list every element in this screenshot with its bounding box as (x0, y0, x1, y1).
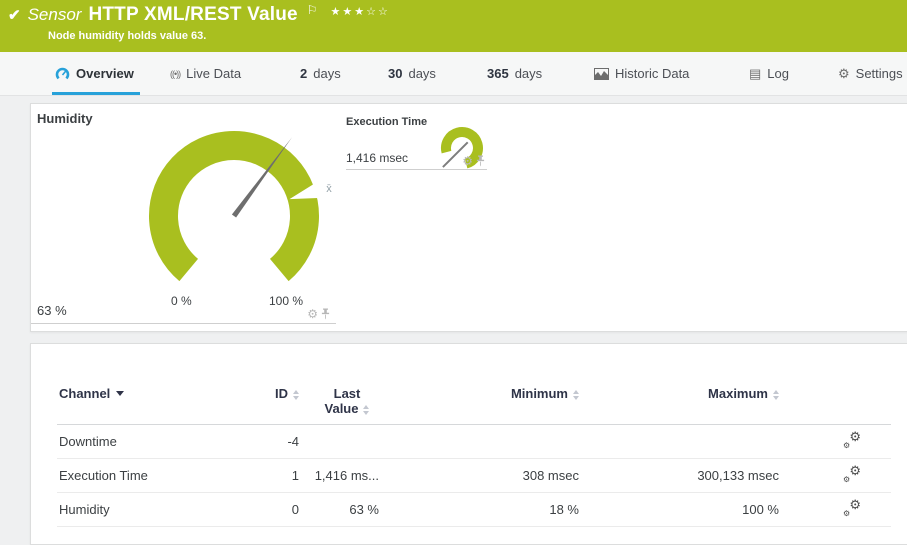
tab-log[interactable]: ▤ Log (749, 52, 789, 95)
live-data-icon: ((•)) (170, 69, 180, 79)
channel-id: 0 (227, 502, 307, 517)
sorted-desc-icon (116, 391, 124, 396)
average-marker-label: x̄ (326, 183, 332, 195)
priority-flag-icon[interactable]: ⚐ (307, 3, 318, 17)
gauge-current-value: 63 % (37, 303, 67, 318)
channel-settings-gears-icon[interactable]: ⚙ ⚙ (843, 500, 861, 516)
sort-icon (293, 390, 299, 400)
channel-name: Humidity (57, 502, 227, 517)
sensor-status-bar: ✔ Sensor HTTP XML/REST Value ⚐ ★★★☆☆ Nod… (0, 0, 907, 52)
channel-settings-gears-icon[interactable]: ⚙ ⚙ (843, 466, 861, 482)
table-row-downtime[interactable]: Downtime -4 ⚙ ⚙ (57, 425, 891, 459)
channel-table-header: Channel ID Last Value Minimum Maximum (57, 386, 891, 425)
maximum-value: 100 % (587, 502, 787, 517)
tab-overview[interactable]: Overview (55, 52, 134, 95)
overview-gauges-panel: Humidity x̄ 0 % 100 % 63 % ⚙ Execution T… (30, 103, 907, 332)
sort-icon (363, 405, 369, 415)
tab-historic-data[interactable]: Historic Data (594, 52, 689, 95)
priority-stars-rating[interactable]: ★★★☆☆ (331, 5, 390, 18)
gear-icon: ⚙ (843, 476, 850, 484)
minimum-value: 18 % (387, 502, 587, 517)
tab-30-days[interactable]: 30 days (388, 52, 436, 95)
gauge-toolbar: ⚙ (307, 308, 330, 320)
tab-label: Settings (856, 66, 903, 81)
gauge-current-value: 1,416 msec (346, 151, 408, 165)
gauge-arc (164, 145, 305, 270)
sensor-status-message: Node humidity holds value 63. (48, 30, 206, 42)
pin-icon[interactable] (476, 155, 485, 167)
object-type-label: Sensor (28, 5, 82, 25)
status-ok-check-icon: ✔ (8, 6, 21, 24)
header-minimum[interactable]: Minimum (387, 386, 587, 401)
execution-time-gauge-block: Execution Time 1,416 msec ⚙ (346, 114, 487, 170)
gauge-icon (55, 67, 70, 81)
gear-icon: ⚙ (838, 67, 850, 80)
header-maximum[interactable]: Maximum (587, 386, 787, 401)
sensor-title-row: ✔ Sensor HTTP XML/REST Value ⚐ ★★★☆☆ (8, 4, 390, 26)
tab-label: Historic Data (615, 66, 689, 81)
gear-icon: ⚙ (849, 464, 861, 477)
header-label: Last (307, 386, 387, 401)
tab-number: 365 (487, 66, 509, 81)
tab-bar: Overview ((•)) Live Data 2 days 30 days … (0, 52, 907, 96)
tab-label: days (408, 66, 435, 81)
gauge-settings-gear-icon[interactable]: ⚙ (462, 155, 473, 167)
gauge-settings-gear-icon[interactable]: ⚙ (307, 308, 318, 320)
last-value: 63 % (307, 502, 387, 517)
gear-icon: ⚙ (843, 442, 850, 450)
table-row-execution-time[interactable]: Execution Time 1 1,416 ms... 308 msec 30… (57, 459, 891, 493)
channel-name: Downtime (57, 434, 227, 449)
humidity-gauge: x̄ (31, 104, 336, 323)
tab-settings[interactable]: ⚙ Settings (838, 52, 903, 95)
gear-icon: ⚙ (849, 430, 861, 443)
gauge-min-label: 0 % (171, 294, 192, 308)
header-id[interactable]: ID (227, 386, 307, 401)
channel-name: Execution Time (57, 468, 227, 483)
tab-number: 30 (388, 66, 402, 81)
table-row-humidity[interactable]: Humidity 0 63 % 18 % 100 % ⚙ ⚙ (57, 493, 891, 527)
tab-live-data[interactable]: ((•)) Live Data (170, 52, 241, 95)
channel-id: -4 (227, 434, 307, 449)
sort-icon (573, 390, 579, 400)
minimum-value: 308 msec (387, 468, 587, 483)
last-value: 1,416 ms... (307, 468, 387, 483)
channel-settings-gears-icon[interactable]: ⚙ ⚙ (843, 432, 861, 448)
header-label: Channel (59, 386, 110, 401)
tab-label: days (313, 66, 340, 81)
header-channel[interactable]: Channel (57, 386, 227, 401)
tab-label: Log (767, 66, 789, 81)
gauge-toolbar: ⚙ (462, 155, 485, 167)
tab-label: days (515, 66, 542, 81)
tab-2-days[interactable]: 2 days (300, 52, 341, 95)
pin-icon[interactable] (321, 308, 330, 320)
sensor-name: HTTP XML/REST Value (88, 4, 297, 26)
humidity-gauge-block: Humidity x̄ 0 % 100 % 63 % ⚙ (31, 104, 336, 324)
tab-365-days[interactable]: 365 days (487, 52, 542, 95)
gauge-max-label: 100 % (269, 294, 303, 308)
log-icon: ▤ (749, 67, 761, 80)
maximum-value: 300,133 msec (587, 468, 787, 483)
gear-icon: ⚙ (849, 498, 861, 511)
channel-table: Channel ID Last Value Minimum Maximum Do… (57, 386, 891, 527)
tab-label: Live Data (186, 66, 241, 81)
area-chart-icon (594, 68, 609, 80)
header-label: ID (275, 386, 288, 401)
tab-number: 2 (300, 66, 307, 81)
sort-icon (773, 390, 779, 400)
channel-table-panel: Channel ID Last Value Minimum Maximum Do… (30, 343, 907, 545)
header-label: Minimum (511, 386, 568, 401)
header-label: Maximum (708, 386, 768, 401)
header-label: Value (325, 401, 359, 416)
header-last-value[interactable]: Last Value (307, 386, 387, 416)
tab-label: Overview (76, 66, 134, 81)
channel-id: 1 (227, 468, 307, 483)
gear-icon: ⚙ (843, 510, 850, 518)
